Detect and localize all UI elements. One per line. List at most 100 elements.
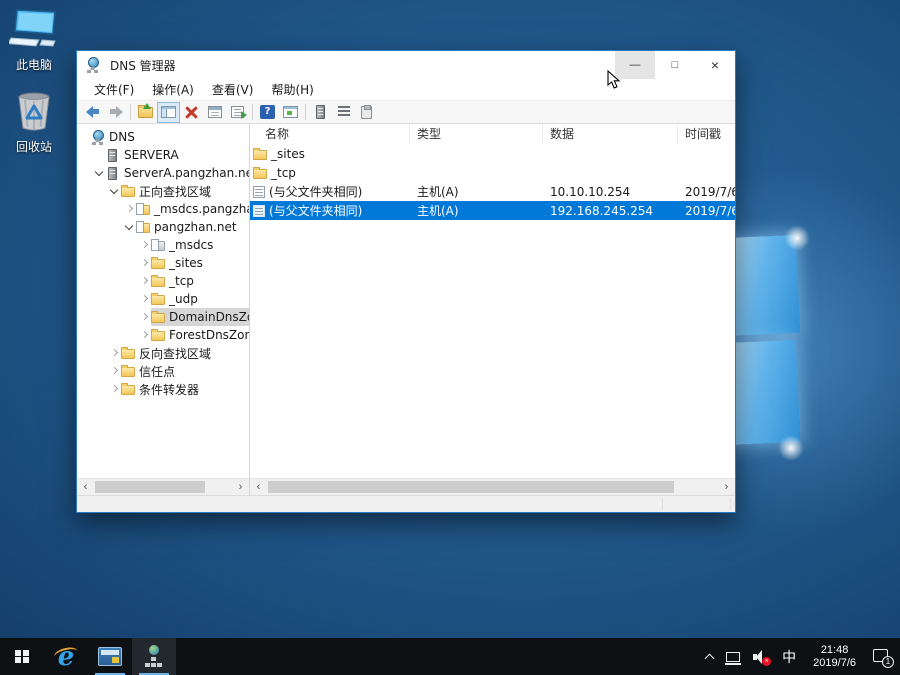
scrollbar-track[interactable] [94, 479, 232, 495]
tree-item-reverse-lookup-zones[interactable]: 反向查找区域 [77, 344, 249, 362]
back-button[interactable] [81, 102, 104, 123]
title-bar[interactable]: DNS 管理器 — □ × [77, 51, 735, 79]
status-divider [730, 498, 731, 510]
record-list-pane: 名称 类型 数据 时间戳 _sites _tcp (与父文件夹相同) 主机(A) 10.10.… [250, 124, 735, 495]
maximize-button[interactable]: □ [655, 51, 695, 79]
tree-item-servera[interactable]: SERVERA [77, 146, 249, 164]
taskbar-server-manager[interactable] [88, 638, 132, 675]
expand-chevron-icon[interactable] [139, 272, 151, 290]
export-list-button[interactable] [226, 102, 249, 123]
cell-type: 主机(A) [417, 185, 459, 199]
desktop-icon-this-pc[interactable]: 此电脑 [3, 8, 65, 73]
scrollbar-track[interactable] [267, 479, 718, 495]
help-button[interactable] [256, 102, 279, 123]
list-row-same-as-parent-a-1[interactable]: (与父文件夹相同) 主机(A) 10.10.10.254 2019/7/6 [250, 182, 735, 201]
column-header-name[interactable]: 名称 [250, 124, 410, 144]
server-icon [108, 166, 117, 180]
status-bar [77, 495, 735, 512]
tree-item-servera-pangzhan-net[interactable]: ServerA.pangzhan.net [77, 164, 249, 182]
expand-chevron-icon[interactable] [124, 200, 136, 218]
delete-button[interactable] [180, 102, 203, 123]
start-button[interactable] [0, 638, 44, 675]
folder-icon [121, 365, 135, 377]
tree-item-tcp[interactable]: _tcp [77, 272, 249, 290]
server-view-button[interactable] [309, 102, 332, 123]
tray-overflow-button[interactable] [703, 638, 716, 675]
tree-item-conditional-forwarders[interactable]: 条件转发器 [77, 380, 249, 398]
tree-item-content: 信任点 [121, 362, 178, 380]
scroll-right-button[interactable]: › [232, 479, 249, 495]
forward-button[interactable] [104, 102, 127, 123]
help-icon [260, 105, 275, 119]
list-view-button[interactable] [332, 102, 355, 123]
record-icon [253, 205, 265, 217]
scrollbar-thumb[interactable] [268, 481, 674, 493]
expand-chevron-icon[interactable] [139, 326, 151, 344]
menu-action[interactable]: 操作(A) [143, 81, 203, 98]
tree-item-label: ServerA.pangzhan.net [124, 166, 249, 180]
expand-chevron-icon[interactable] [139, 254, 151, 272]
up-one-level-button[interactable] [134, 102, 157, 123]
tree-item-sites[interactable]: _sites [77, 254, 249, 272]
record-name: _tcp [271, 165, 296, 180]
collapse-chevron-icon[interactable] [94, 164, 106, 182]
tree-item-pangzhan-net[interactable]: pangzhan.net [77, 218, 249, 236]
list-row-sites[interactable]: _sites [250, 144, 735, 163]
this-pc-icon [7, 9, 56, 47]
network-status-button[interactable] [723, 638, 743, 675]
tree-item-msdcs-pangzhan-net[interactable]: _msdcs.pangzhan.net [77, 200, 249, 218]
action-center-button[interactable]: 1 [870, 638, 894, 675]
tree-item-domaindnszones[interactable]: DomainDnsZones [77, 308, 249, 326]
tree-item-trust-points[interactable]: 信任点 [77, 362, 249, 380]
list-horizontal-scrollbar[interactable]: ‹ › [250, 478, 735, 495]
expand-chevron-icon[interactable] [139, 308, 151, 326]
collapse-chevron-icon[interactable] [124, 218, 136, 236]
clock-button[interactable]: 21:48 2019/7/6 [806, 638, 863, 675]
volume-button[interactable]: × [750, 638, 772, 675]
scroll-right-button[interactable]: › [718, 479, 735, 495]
properties-icon [207, 106, 222, 118]
tree-horizontal-scrollbar[interactable]: ‹ › [77, 478, 249, 495]
tree-item-content: ServerA.pangzhan.net [106, 164, 249, 182]
console-window-button[interactable] [279, 102, 302, 123]
expand-chevron-icon[interactable] [109, 344, 121, 362]
console-window-icon [283, 106, 298, 118]
menu-help[interactable]: 帮助(H) [262, 81, 322, 98]
list-row-tcp[interactable]: _tcp [250, 163, 735, 182]
show-console-tree-button[interactable] [157, 101, 180, 123]
folder-icon [253, 166, 267, 179]
close-button[interactable]: × [695, 51, 735, 79]
column-header-type[interactable]: 类型 [410, 124, 543, 144]
collapse-chevron-icon[interactable] [109, 182, 121, 200]
zone-icon [136, 203, 150, 215]
dns-icon [91, 129, 105, 145]
clipboard-button[interactable] [355, 102, 378, 123]
menu-file[interactable]: 文件(F) [85, 81, 143, 98]
desktop-icon-recycle-bin[interactable]: 回收站 [3, 90, 65, 155]
tree-item-msdcs[interactable]: _msdcs [77, 236, 249, 254]
scroll-left-button[interactable]: ‹ [77, 479, 94, 495]
expand-chevron-icon[interactable] [109, 380, 121, 398]
scrollbar-thumb[interactable] [95, 481, 206, 493]
toolbar-separator [252, 104, 253, 120]
expand-chevron-icon[interactable] [139, 236, 151, 254]
taskbar: e × 中 21:48 2019/7/6 1 [0, 638, 900, 675]
scroll-left-button[interactable]: ‹ [250, 479, 267, 495]
tree-item-dns-root[interactable]: DNS [77, 128, 249, 146]
taskbar-dns-manager[interactable] [132, 638, 176, 675]
server-view-icon [316, 105, 325, 119]
expand-chevron-icon[interactable] [139, 290, 151, 308]
column-header-timestamp[interactable]: 时间戳 [678, 124, 735, 144]
tree-item-forestdnszones[interactable]: ForestDnsZones [77, 326, 249, 344]
taskbar-internet-explorer[interactable]: e [44, 638, 88, 675]
input-method-button[interactable]: 中 [779, 638, 799, 675]
properties-button[interactable] [203, 102, 226, 123]
tree-item-forward-lookup-zones[interactable]: 正向查找区域 [77, 182, 249, 200]
expand-chevron-icon[interactable] [109, 362, 121, 380]
minimize-button[interactable]: — [615, 51, 655, 79]
menu-view[interactable]: 查看(V) [203, 81, 263, 98]
column-header-data[interactable]: 数据 [543, 124, 678, 144]
list-row-same-as-parent-a-2[interactable]: (与父文件夹相同) 主机(A) 192.168.245.254 2019/7/6 [250, 201, 735, 220]
folder-icon [121, 185, 135, 197]
tree-item-udp[interactable]: _udp [77, 290, 249, 308]
